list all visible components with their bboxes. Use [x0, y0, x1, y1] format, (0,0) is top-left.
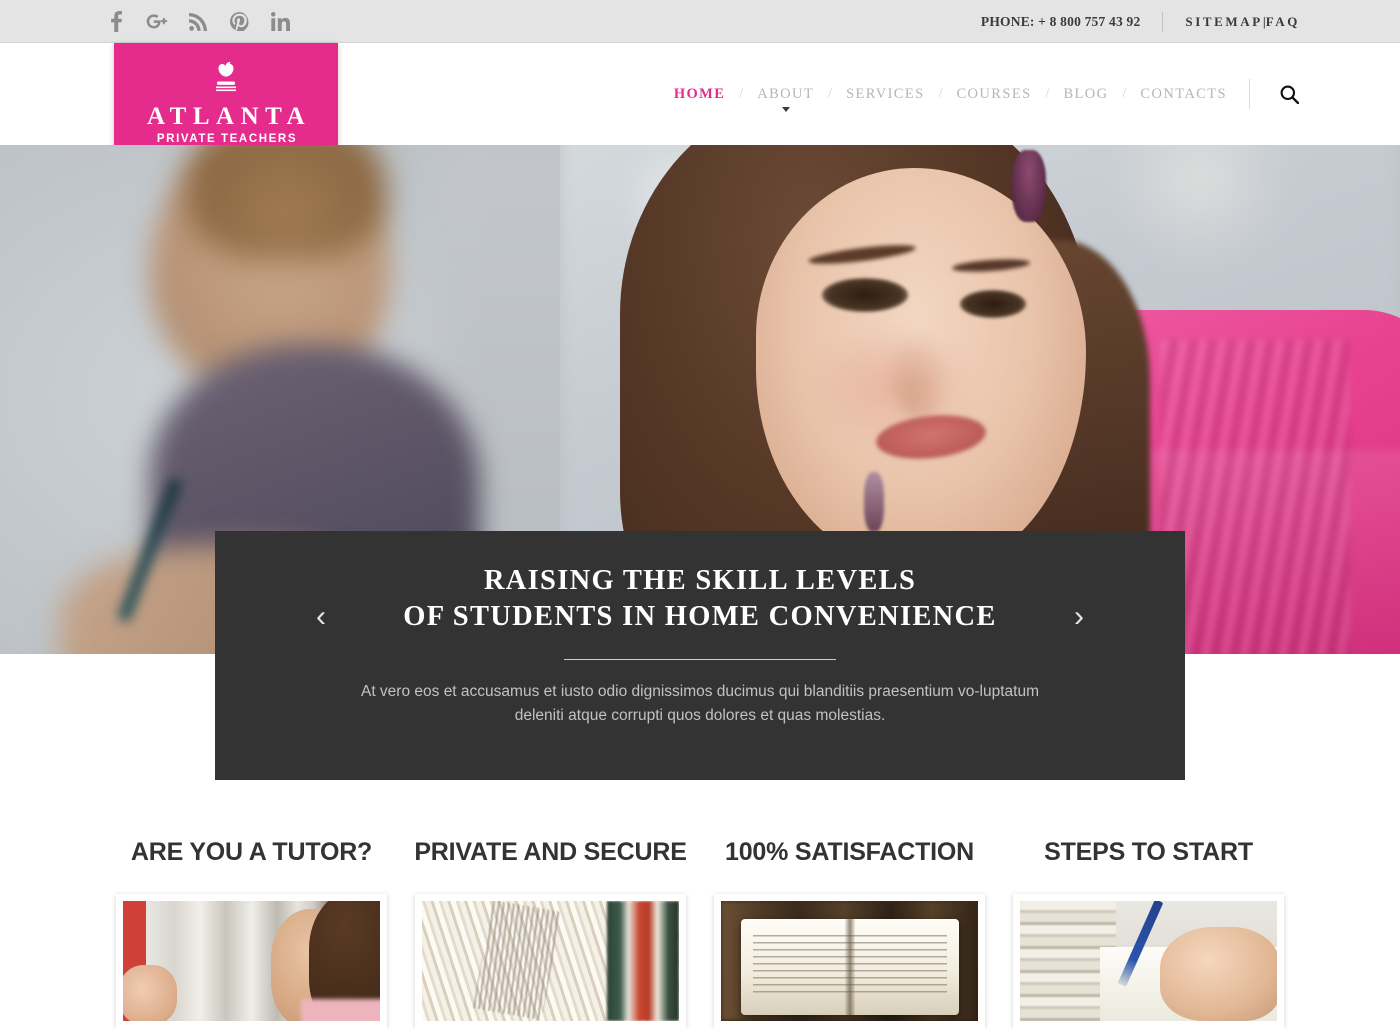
nav-item-blog[interactable]: BLOG — [1063, 86, 1108, 103]
google-plus-icon[interactable] — [146, 10, 168, 34]
search-icon[interactable] — [1278, 83, 1300, 105]
top-bar-right: PHONE: + 8 800 757 43 92 SITEMAP|FAQ — [981, 0, 1300, 43]
nav-item-about[interactable]: ABOUT — [757, 85, 815, 112]
nav-divider — [1249, 79, 1250, 109]
open-book-library-photo — [721, 901, 978, 1021]
feature-title: STEPS TO START — [1044, 838, 1253, 866]
slider-prev-arrow[interactable]: ‹ — [302, 598, 340, 636]
hero-title-line-2: OF STUDENTS IN HOME CONVENIENCE — [403, 601, 997, 633]
nav-separator: / — [739, 86, 744, 101]
phone-number: PHONE: + 8 800 757 43 92 — [980, 13, 1141, 29]
top-bar: PHONE: + 8 800 757 43 92 SITEMAP|FAQ — [0, 0, 1400, 43]
features-section: ARE YOU A TUTOR? PRIVATE AND SECURE 100%… — [0, 800, 1400, 1028]
main-navigation: HOME / ABOUT / SERVICES / COURSES / BLOG… — [674, 43, 1300, 145]
nav-item-about-label: ABOUT — [757, 85, 815, 102]
logo-subtitle: PRIVATE TEACHERS — [156, 133, 298, 145]
hand-writing-notebook-photo — [1020, 901, 1277, 1021]
feature-title: 100% SATISFACTION — [725, 838, 974, 866]
top-bar-divider — [1162, 11, 1164, 32]
nav-items: HOME / ABOUT / SERVICES / COURSES / BLOG… — [674, 85, 1227, 112]
nav-item-home[interactable]: HOME — [674, 86, 726, 103]
hero-title: RAISING THE SKILL LEVELS OF STUDENTS IN … — [403, 563, 997, 636]
site-header: ATLANTA PRIVATE TEACHERS HOME / ABOUT / … — [0, 43, 1400, 153]
feature-column-steps: STEPS TO START — [1011, 800, 1286, 1028]
fanned-book-pages-photo — [422, 901, 679, 1021]
feature-card[interactable] — [714, 894, 985, 1028]
nav-item-contacts[interactable]: CONTACTS — [1140, 86, 1227, 103]
feature-title: PRIVATE AND SECURE — [414, 838, 687, 866]
hero-caption-box: RAISING THE SKILL LEVELS OF STUDENTS IN … — [215, 531, 1185, 780]
nav-separator: / — [828, 86, 833, 101]
slider-next-arrow[interactable]: › — [1060, 598, 1098, 636]
feature-card[interactable] — [415, 894, 686, 1028]
rss-icon[interactable] — [187, 10, 209, 34]
nav-separator: / — [1122, 86, 1127, 101]
facebook-icon[interactable] — [105, 10, 127, 34]
social-links — [105, 0, 291, 43]
apple-book-logo-icon — [203, 58, 249, 104]
features-row: ARE YOU A TUTOR? PRIVATE AND SECURE 100%… — [114, 800, 1286, 1028]
sitemap-link[interactable]: SITEMAP — [1185, 14, 1262, 29]
feature-card[interactable] — [116, 894, 387, 1028]
feature-card[interactable] — [1013, 894, 1284, 1028]
chevron-down-icon — [781, 106, 790, 112]
hero-title-line-1: RAISING THE SKILL LEVELS — [483, 565, 917, 596]
nav-item-services[interactable]: SERVICES — [846, 86, 925, 103]
site-logo[interactable]: ATLANTA PRIVATE TEACHERS — [114, 43, 338, 153]
pinterest-icon[interactable] — [228, 10, 250, 34]
nav-separator: / — [1045, 86, 1050, 101]
feature-column-tutor: ARE YOU A TUTOR? — [114, 800, 389, 1028]
girl-at-bookshelf-photo — [123, 901, 380, 1021]
nav-separator: / — [938, 86, 943, 101]
faq-link[interactable]: FAQ — [1266, 14, 1300, 29]
hero-description: At vero eos et accusamus et iusto odio d… — [360, 682, 1040, 724]
feature-column-satisfaction: 100% SATISFACTION — [712, 800, 987, 1028]
feature-title: ARE YOU A TUTOR? — [130, 838, 373, 866]
linkedin-icon[interactable] — [269, 10, 291, 34]
logo-title: ATLANTA — [146, 103, 312, 130]
hero-title-divider — [564, 658, 836, 660]
utility-links: SITEMAP|FAQ — [1185, 14, 1300, 30]
feature-column-private: PRIVATE AND SECURE — [413, 800, 688, 1028]
nav-item-courses[interactable]: COURSES — [956, 86, 1031, 103]
